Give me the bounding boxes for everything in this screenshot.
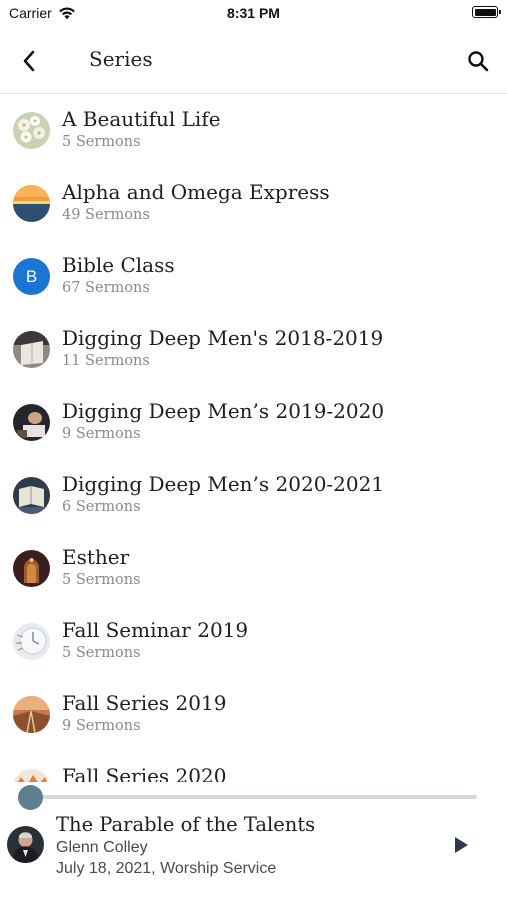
sermon-count: 67 Sermons (62, 280, 150, 296)
series-title: Esther (62, 545, 130, 569)
series-thumbnail (13, 331, 50, 368)
series-letter-avatar: B (13, 258, 50, 295)
series-row-esther[interactable]: Esther 5 Sermons (0, 534, 507, 607)
now-playing-date: July 18, 2021, Worship Service (56, 860, 277, 877)
status-bar: Carrier 8:31 PM (0, 0, 507, 30)
play-button[interactable] (450, 834, 472, 856)
sermon-count: 9 Sermons (62, 426, 141, 442)
series-thumbnail (13, 112, 50, 149)
series-title: Digging Deep Men's 2018-2019 (62, 326, 384, 350)
series-thumbnail (13, 696, 50, 733)
sermon-count: 11 Sermons (62, 353, 150, 369)
series-row-bible-class[interactable]: B Bible Class 67 Sermons (0, 242, 507, 315)
series-row-fall-seminar-2019[interactable]: Fall Seminar 2019 5 Sermons (0, 607, 507, 680)
now-playing-speaker: Glenn Colley (56, 839, 148, 856)
series-thumbnail (13, 185, 50, 222)
series-row-digging-deep-2019-2020[interactable]: Digging Deep Men’s 2019-2020 9 Sermons (0, 388, 507, 461)
progress-track[interactable] (30, 795, 477, 799)
play-icon (455, 837, 468, 853)
series-title: Fall Series 2019 (62, 691, 227, 715)
series-title: Alpha and Omega Express (62, 180, 330, 204)
series-thumbnail (13, 550, 50, 587)
sermon-count: 5 Sermons (62, 572, 141, 588)
sermon-count: 9 Sermons (62, 718, 141, 734)
search-icon (468, 51, 489, 72)
speaker-avatar (7, 826, 44, 863)
series-title: Bible Class (62, 253, 175, 277)
series-title: Digging Deep Men’s 2020-2021 (62, 472, 385, 496)
series-row-digging-deep-2020-2021[interactable]: Digging Deep Men’s 2020-2021 6 Sermons (0, 461, 507, 534)
series-row-a-beautiful-life[interactable]: A Beautiful Life 5 Sermons (0, 96, 507, 169)
sermon-count: 49 Sermons (62, 207, 150, 223)
now-playing-title: The Parable of the Talents (56, 813, 316, 836)
navigation-bar: Series (0, 30, 507, 94)
series-thumbnail (13, 404, 50, 441)
series-list: A Beautiful Life 5 Sermons Alpha and Ome… (0, 96, 507, 790)
sermon-count: 5 Sermons (62, 134, 141, 150)
back-button[interactable] (14, 46, 44, 76)
series-thumbnail (13, 477, 50, 514)
series-title: A Beautiful Life (62, 107, 221, 131)
chevron-left-icon (23, 50, 35, 72)
sermon-count: 5 Sermons (62, 645, 141, 661)
series-row-fall-series-2019[interactable]: Fall Series 2019 9 Sermons (0, 680, 507, 753)
now-playing-bar: The Parable of the Talents Glenn Colley … (0, 782, 507, 900)
series-thumbnail (13, 623, 50, 660)
search-button[interactable] (463, 46, 493, 76)
series-title: Fall Seminar 2019 (62, 618, 249, 642)
status-time: 8:31 PM (227, 5, 280, 21)
series-row-alpha-and-omega-express[interactable]: Alpha and Omega Express 49 Sermons (0, 169, 507, 242)
battery-icon (472, 6, 501, 18)
progress-slider-knob[interactable] (18, 785, 43, 810)
page-title: Series (89, 47, 153, 71)
sermon-count: 6 Sermons (62, 499, 141, 515)
series-row-digging-deep-2018-2019[interactable]: Digging Deep Men's 2018-2019 11 Sermons (0, 315, 507, 388)
series-title: Digging Deep Men’s 2019-2020 (62, 399, 385, 423)
